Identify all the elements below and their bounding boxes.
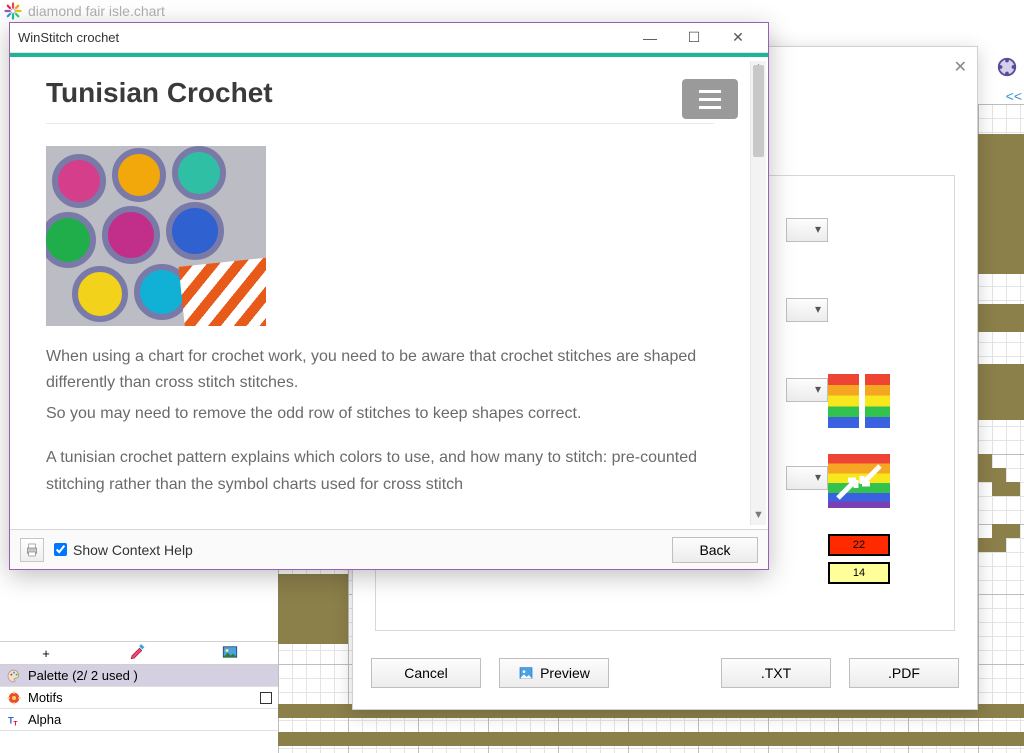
panel-row-palette[interactable]: Palette (2/ 2 used )	[0, 665, 278, 687]
scroll-thumb[interactable]	[753, 65, 764, 157]
help-heading: Tunisian Crochet	[46, 77, 714, 109]
printer-icon	[24, 542, 40, 558]
panel-row-label: Alpha	[28, 712, 61, 727]
dropdown-3[interactable]	[786, 378, 828, 402]
brush-tool-icon[interactable]	[92, 643, 184, 664]
cancel-button[interactable]: Cancel	[371, 658, 481, 688]
app-icon	[4, 2, 22, 20]
help-paragraph-3: A tunisian crochet pattern explains whic…	[46, 445, 714, 498]
svg-text:T: T	[13, 720, 17, 727]
context-help-label: Show Context Help	[73, 542, 193, 558]
context-help-input[interactable]	[54, 543, 67, 556]
help-footer: Show Context Help Back	[10, 529, 768, 569]
minimize-button[interactable]: ―	[628, 30, 672, 46]
dropdown-4[interactable]	[786, 466, 828, 490]
swatch-stripes-arrows	[828, 454, 890, 508]
swatch-counts: 22 14	[828, 534, 890, 588]
count-yellow: 14	[828, 562, 890, 584]
corner-tool-icon[interactable]	[996, 56, 1018, 78]
left-panel-toolbar: +	[0, 641, 278, 665]
help-window-title: WinStitch crochet	[18, 30, 628, 45]
panel-row-label: Palette (2/ 2 used )	[28, 668, 138, 683]
print-button[interactable]	[20, 538, 44, 562]
export-txt-button[interactable]: .TXT	[721, 658, 831, 688]
help-titlebar[interactable]: WinStitch crochet ― ☐ ✕	[10, 23, 768, 53]
export-dialog-footer: Cancel Preview .TXT .PDF	[353, 653, 977, 693]
help-paragraph-2: So you may need to remove the odd row of…	[46, 401, 714, 427]
add-button[interactable]: +	[0, 646, 92, 661]
maximize-button[interactable]: ☐	[672, 29, 716, 46]
palette-icon	[6, 668, 22, 684]
app-title: diamond fair isle.chart	[28, 0, 165, 22]
motif-icon	[6, 690, 22, 706]
scroll-down-icon[interactable]: ▼	[751, 509, 766, 525]
swatch-column: 22 14	[828, 374, 894, 614]
preview-icon	[518, 665, 534, 681]
close-icon[interactable]: ✕	[954, 57, 967, 77]
back-button[interactable]: Back	[672, 537, 758, 563]
alpha-icon: TT	[6, 712, 22, 728]
crochet-example-image	[46, 146, 266, 326]
dropdown-2[interactable]	[786, 298, 828, 322]
help-window: WinStitch crochet ― ☐ ✕ Tunisian Crochet…	[9, 22, 769, 570]
preview-button[interactable]: Preview	[499, 658, 609, 688]
panel-row-label: Motifs	[28, 690, 63, 705]
help-content: Tunisian Crochet When using a chart for …	[10, 57, 750, 527]
dropdown-1[interactable]	[786, 218, 828, 242]
left-side-panel: + Palette (2/ 2 used ) Motifs TT	[0, 641, 278, 731]
divider	[46, 123, 714, 124]
show-context-help-checkbox[interactable]: Show Context Help	[54, 542, 193, 558]
panel-row-motifs[interactable]: Motifs	[0, 687, 278, 709]
close-button[interactable]: ✕	[716, 29, 760, 46]
nav-arrows[interactable]: <<	[1006, 88, 1022, 104]
count-red: 22	[828, 534, 890, 556]
help-paragraph-1: When using a chart for crochet work, you…	[46, 344, 714, 397]
swatch-stripes	[828, 374, 890, 428]
help-scrollbar[interactable]: ▲ ▼	[750, 61, 766, 525]
panel-row-alpha[interactable]: TT Alpha	[0, 709, 278, 731]
image-tool-icon[interactable]	[184, 643, 276, 664]
motif-checkbox[interactable]	[260, 692, 272, 704]
export-pdf-button[interactable]: .PDF	[849, 658, 959, 688]
